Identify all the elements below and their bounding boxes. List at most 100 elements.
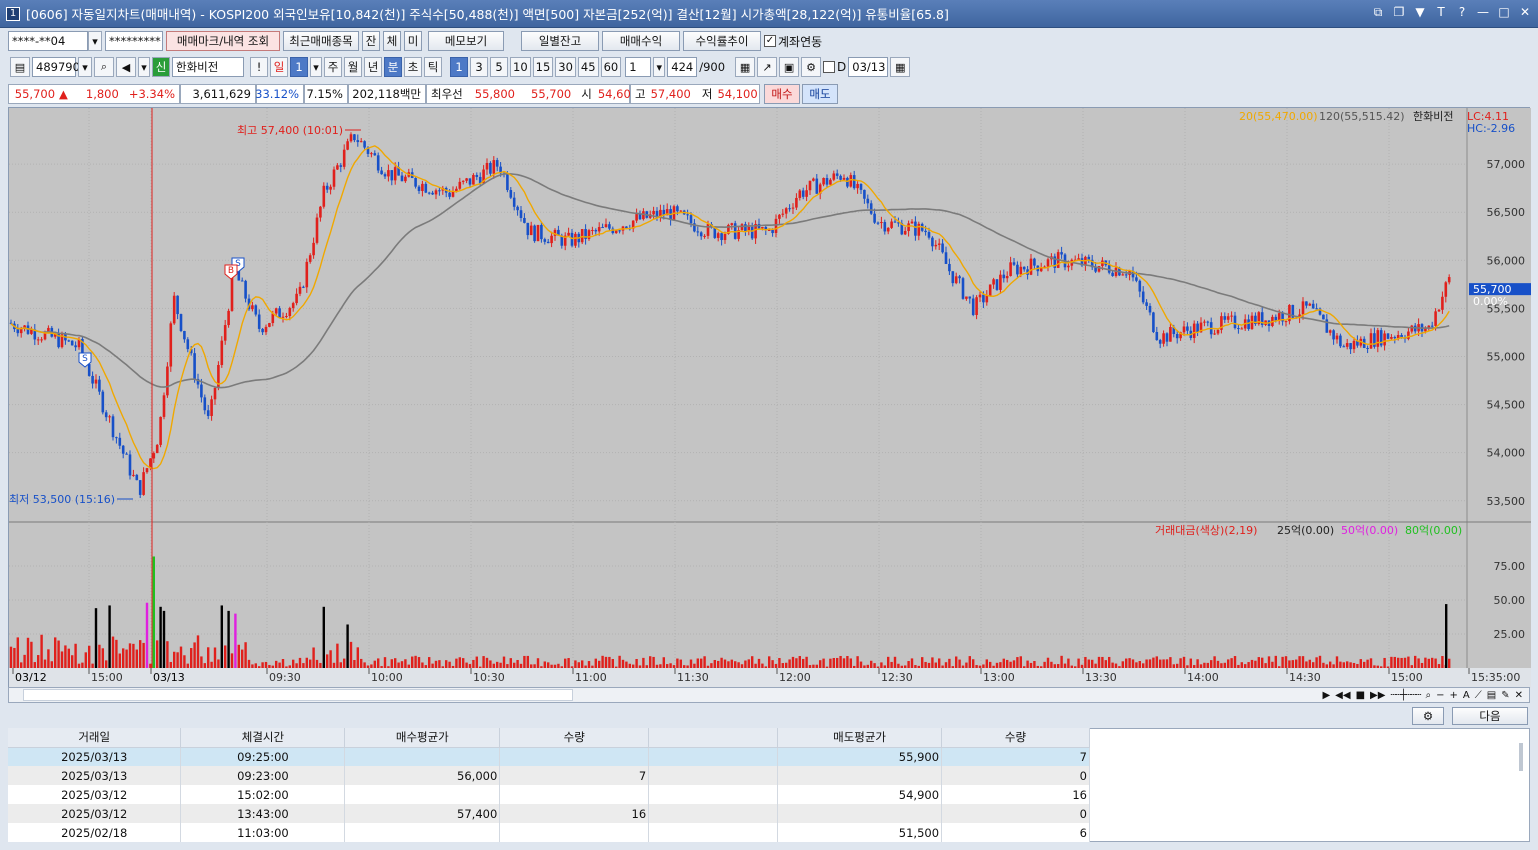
table-row[interactable]: 2025/02/18 11:03:00 51,500 6 xyxy=(8,823,1090,842)
bar-count-input[interactable]: 424 xyxy=(667,57,698,77)
text-tool-icon[interactable]: A xyxy=(1463,690,1470,701)
password-input[interactable]: ********* xyxy=(105,31,163,51)
period-week-button[interactable]: 주 xyxy=(324,57,342,77)
candle-up xyxy=(716,233,720,238)
period-minute-button[interactable]: 분 xyxy=(384,57,402,77)
erase-icon[interactable]: ✕ xyxy=(1515,690,1523,701)
draw-icon[interactable]: ↗ xyxy=(757,57,778,77)
minute-45-button[interactable]: 45 xyxy=(577,57,599,77)
help-icon[interactable]: ? xyxy=(1455,5,1469,20)
volume-bar xyxy=(958,659,961,668)
minute-1-button[interactable]: 1 xyxy=(450,57,468,77)
slider-icon[interactable]: ┄┄┼┄┄┄ xyxy=(1390,690,1421,701)
buy-button[interactable]: 매수 xyxy=(764,84,800,104)
chevron-down-icon[interactable]: ▾ xyxy=(88,31,102,51)
period-day-button[interactable]: 일 xyxy=(270,57,288,77)
memo-button[interactable]: 메모보기 xyxy=(428,31,504,51)
vol-legend-25: 25억(0.00) xyxy=(1277,524,1334,537)
restore-icon[interactable]: ⧉ xyxy=(1371,5,1385,20)
chevron-down-icon[interactable]: ▾ xyxy=(310,57,322,77)
jan-button[interactable]: 잔 xyxy=(362,31,380,51)
col-buy-qty[interactable]: 수량 xyxy=(499,728,650,748)
col-exec-time[interactable]: 체결시간 xyxy=(180,728,346,748)
rewind-icon[interactable]: ◀◀ xyxy=(1335,690,1350,701)
volume-bar xyxy=(764,666,767,668)
window-icon[interactable]: ❐ xyxy=(1392,5,1406,20)
speaker-icon[interactable]: ◀ xyxy=(116,57,136,77)
gear-icon[interactable]: ⚙ xyxy=(1412,707,1444,725)
daily-balance-button[interactable]: 일별잔고 xyxy=(521,31,599,51)
chart-scrollbar[interactable]: ▶ ◀◀ ■ ▶▶ ┄┄┼┄┄┄ ⌕ − + A ⟋ ▤ ✎ ✕ xyxy=(8,687,1530,703)
close-icon[interactable]: ✕ xyxy=(1518,5,1532,20)
che-button[interactable]: 체 xyxy=(383,31,401,51)
minute-60-button[interactable]: 60 xyxy=(600,57,622,77)
col-sell-qty[interactable]: 수량 xyxy=(941,728,1090,748)
minute-3-button[interactable]: 3 xyxy=(470,57,488,77)
sell-button[interactable]: 매도 xyxy=(802,84,838,104)
volume-bar xyxy=(254,663,257,668)
candle-up xyxy=(1216,329,1220,334)
table-scrollbar[interactable] xyxy=(1519,743,1523,771)
table-row[interactable]: 2025/03/13 09:25:00 55,900 7 xyxy=(8,747,1090,766)
date-input[interactable]: 03/13 xyxy=(848,57,889,77)
stock-code-input[interactable]: 489790 xyxy=(32,57,80,77)
volume-bar xyxy=(1043,661,1046,668)
col-sell-avg[interactable]: 매도평균가 xyxy=(777,728,943,748)
minimize-icon[interactable]: — xyxy=(1476,5,1490,20)
candle-up xyxy=(295,293,298,304)
minute-30-button[interactable]: 30 xyxy=(555,57,576,77)
forward-icon[interactable]: ▶▶ xyxy=(1370,690,1385,701)
trade-profit-button[interactable]: 매매수익 xyxy=(602,31,680,51)
next-button[interactable]: 다음 xyxy=(1452,707,1528,725)
account-input[interactable]: ****-**04 xyxy=(8,31,88,51)
stop-icon[interactable]: ■ xyxy=(1356,690,1365,701)
chart-area[interactable]: 57,000 56,500 56,000 55,500 55,000 54,500 54,0… xyxy=(8,107,1531,688)
line-tool-icon[interactable]: ⟋ xyxy=(1475,690,1482,701)
minus-icon[interactable]: − xyxy=(1436,690,1444,701)
table-cell: 11:03:00 xyxy=(180,823,346,842)
best-ask: 55,800 xyxy=(474,87,515,101)
stock-chart[interactable]: 57,00056,50056,00055,50055,00054,50054,0… xyxy=(9,108,1531,688)
maximize-icon[interactable]: □ xyxy=(1497,5,1511,20)
chart-settings-icon[interactable]: ▤ xyxy=(10,57,30,77)
col-trade-date[interactable]: 거래일 xyxy=(8,728,182,748)
plus-icon[interactable]: + xyxy=(1450,690,1458,701)
save-icon[interactable]: ▣ xyxy=(779,57,800,77)
table-row[interactable]: 2025/03/12 13:43:00 57,400 16 0 xyxy=(8,804,1090,823)
chevron-down-icon[interactable]: ▾ xyxy=(138,57,150,77)
minute-5-button[interactable]: 5 xyxy=(490,57,508,77)
indicator-icon[interactable]: ▦ xyxy=(735,57,756,77)
marks-button[interactable]: 매매마크/내역 조회 xyxy=(166,31,280,51)
gear-icon[interactable]: ⚙ xyxy=(801,57,822,77)
check-icon[interactable]: ✓ xyxy=(764,35,776,47)
return-trend-button[interactable]: 수익률추이 xyxy=(683,31,761,51)
scroll-thumb[interactable] xyxy=(23,689,573,701)
period-year-button[interactable]: 년 xyxy=(364,57,382,77)
play-icon[interactable]: ▶ xyxy=(1322,690,1330,701)
minute-15-button[interactable]: 15 xyxy=(532,57,554,77)
table-row[interactable]: 2025/03/12 15:02:00 54,900 16 xyxy=(8,785,1090,804)
chevron-down-icon[interactable]: ▾ xyxy=(653,57,666,77)
mi-button[interactable]: 미 xyxy=(404,31,422,51)
minute-10-button[interactable]: 10 xyxy=(510,57,531,77)
text-icon[interactable]: T xyxy=(1434,5,1448,20)
period-tick-button[interactable]: 틱 xyxy=(424,57,442,77)
period-day-count[interactable]: 1 xyxy=(290,57,308,77)
zoom-icon[interactable]: ⌕ xyxy=(1426,690,1432,701)
recent-stocks-button[interactable]: 최근매매종목 xyxy=(283,31,359,51)
d-checkbox[interactable] xyxy=(823,61,836,73)
pen-icon[interactable]: ✎ xyxy=(1501,690,1509,701)
search-icon[interactable]: ⌕ xyxy=(94,57,114,77)
period-month-button[interactable]: 월 xyxy=(344,57,362,77)
account-link-checkbox[interactable]: ✓ 계좌연동 xyxy=(764,33,822,50)
alert-button[interactable]: ! xyxy=(250,57,268,77)
col-buy-avg[interactable]: 매수평균가 xyxy=(344,728,501,748)
stock-name-field[interactable]: 한화비전 xyxy=(172,57,244,77)
table-row[interactable]: 2025/03/13 09:23:00 56,000 7 0 xyxy=(8,766,1090,785)
interval-input[interactable]: 1 xyxy=(625,57,652,77)
grid-icon[interactable]: ▤ xyxy=(1487,690,1496,701)
calendar-icon[interactable]: ▦ xyxy=(890,57,911,77)
pin-icon[interactable]: ▼ xyxy=(1413,5,1427,20)
period-second-button[interactable]: 초 xyxy=(404,57,422,77)
chevron-down-icon[interactable]: ▾ xyxy=(78,57,92,77)
